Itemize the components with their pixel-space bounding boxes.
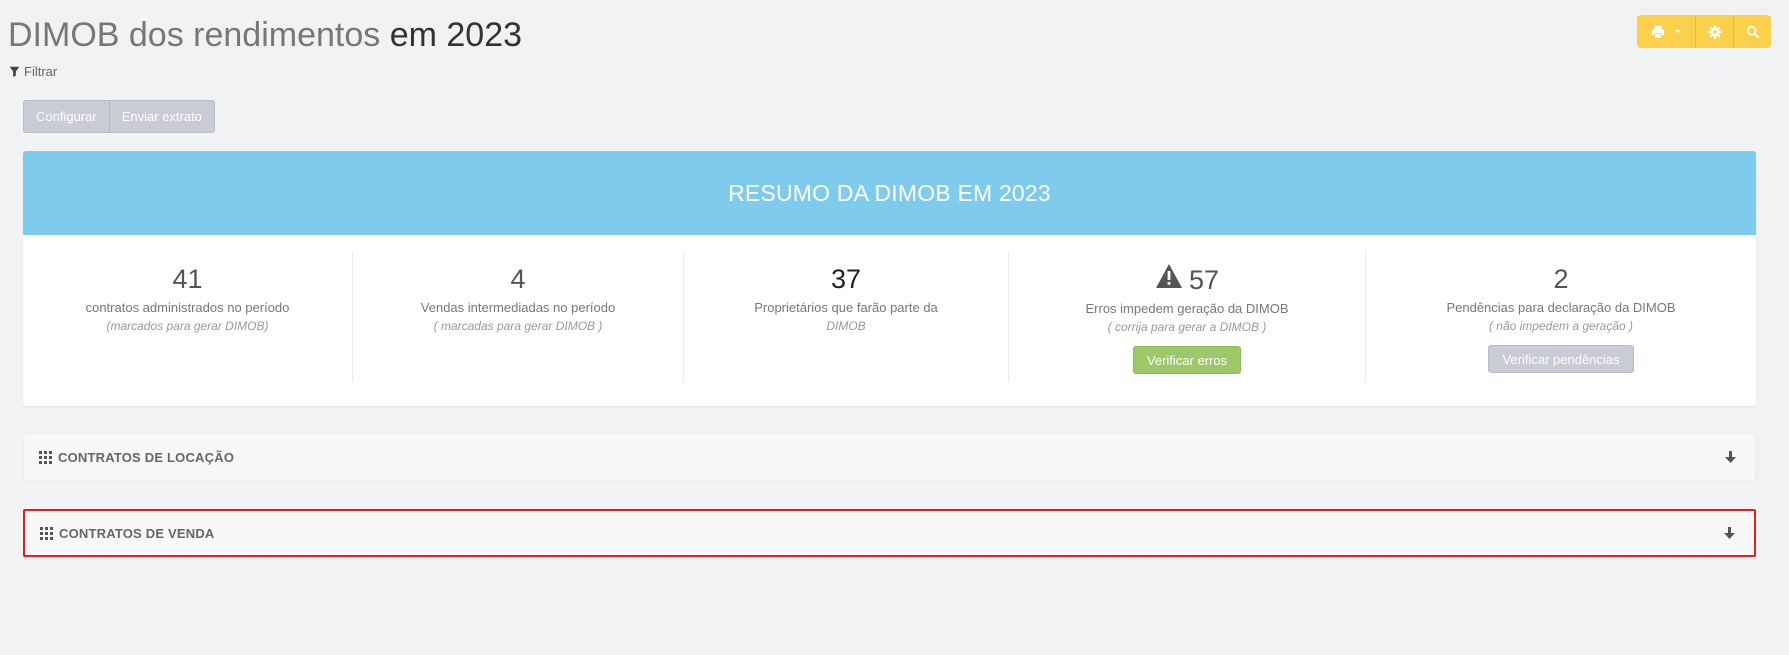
caret-down-icon <box>1674 29 1680 34</box>
panel-header: CONTRATOS DE VENDA <box>40 526 215 541</box>
arrow-down-icon[interactable] <box>1724 450 1737 464</box>
stat-sub: (marcados para gerar DIMOB) <box>106 319 269 333</box>
stat-sub: ( corrija para gerar a DIMOB ) <box>1107 320 1267 334</box>
stat-erros: 57 Erros impedem geração da DIMOB ( corr… <box>1009 251 1366 382</box>
filter-toggle[interactable]: Filtrar <box>9 64 522 79</box>
stat-sub: ( marcadas para gerar DIMOB ) <box>433 319 603 333</box>
summary-stats: 41 contratos administrados no período (m… <box>23 235 1756 406</box>
panel-contratos-venda[interactable]: CONTRATOS DE VENDA <box>23 509 1756 557</box>
stat-value: 57 <box>1188 264 1220 295</box>
stat-contratos: 41 contratos administrados no período (m… <box>23 251 353 382</box>
stat-label: Erros impedem geração da DIMOB <box>1085 301 1289 316</box>
filter-icon <box>9 66 20 77</box>
grid-icon <box>39 450 52 464</box>
stat-label: contratos administrados no período <box>85 300 290 315</box>
filter-label: Filtrar <box>24 64 58 79</box>
panel-title: CONTRATOS DE LOCAÇÃO <box>58 449 235 465</box>
warning-icon <box>1155 263 1183 296</box>
panel-contratos-locacao[interactable]: CONTRATOS DE LOCAÇÃO <box>23 433 1756 481</box>
stat-sub: ( não impedem a geração ) <box>1488 319 1634 333</box>
action-button-group: Configurar Enviar extrato <box>23 100 215 133</box>
grid-icon <box>40 526 53 540</box>
print-menu-button[interactable] <box>1637 15 1695 48</box>
stat-value: 4 <box>510 264 526 294</box>
title-main: DIMOB dos rendimentos <box>8 16 381 54</box>
settings-button[interactable] <box>1695 15 1733 48</box>
top-toolbar <box>1637 15 1771 48</box>
search-icon <box>1746 25 1759 38</box>
page-title: DIMOB dos rendimentos em 2023 <box>8 14 522 56</box>
stat-pendencias: 2 Pendências para declaração da DIMOB ( … <box>1366 251 1756 382</box>
enviar-extrato-button[interactable]: Enviar extrato <box>108 101 214 132</box>
stat-label: Pendências para declaração da DIMOB <box>1446 300 1676 315</box>
verificar-pendencias-button[interactable]: Verificar pendências <box>1488 345 1634 373</box>
stat-label: Vendas intermediadas no período <box>420 300 616 315</box>
stat-value: 41 <box>172 264 203 294</box>
stat-label: Proprietários que farão parte da <box>754 300 938 315</box>
title-year: em 2023 <box>389 16 523 54</box>
stat-value: 37 <box>830 264 862 294</box>
stat-sub: DIMOB <box>826 319 866 333</box>
verificar-erros-button[interactable]: Verificar erros <box>1132 346 1242 374</box>
stat-vendas: 4 Vendas intermediadas no período ( marc… <box>353 251 684 382</box>
stat-value-row: 57 <box>1009 263 1365 296</box>
stat-value: 2 <box>1553 264 1569 294</box>
printer-icon <box>1651 25 1664 39</box>
stat-proprietarios: 37 Proprietários que farão parte da DIMO… <box>684 251 1009 382</box>
arrow-down-icon[interactable] <box>1723 526 1736 540</box>
summary-card: RESUMO DA DIMOB EM 2023 41 contratos adm… <box>23 151 1756 406</box>
page-header: DIMOB dos rendimentos em 2023 Filtrar <box>8 14 522 79</box>
summary-title: RESUMO DA DIMOB EM 2023 <box>23 151 1756 235</box>
search-button[interactable] <box>1733 15 1771 48</box>
gear-icon <box>1707 24 1722 39</box>
configurar-button[interactable]: Configurar <box>24 101 109 132</box>
panel-header: CONTRATOS DE LOCAÇÃO <box>39 450 234 465</box>
panel-title: CONTRATOS DE VENDA <box>59 525 215 541</box>
